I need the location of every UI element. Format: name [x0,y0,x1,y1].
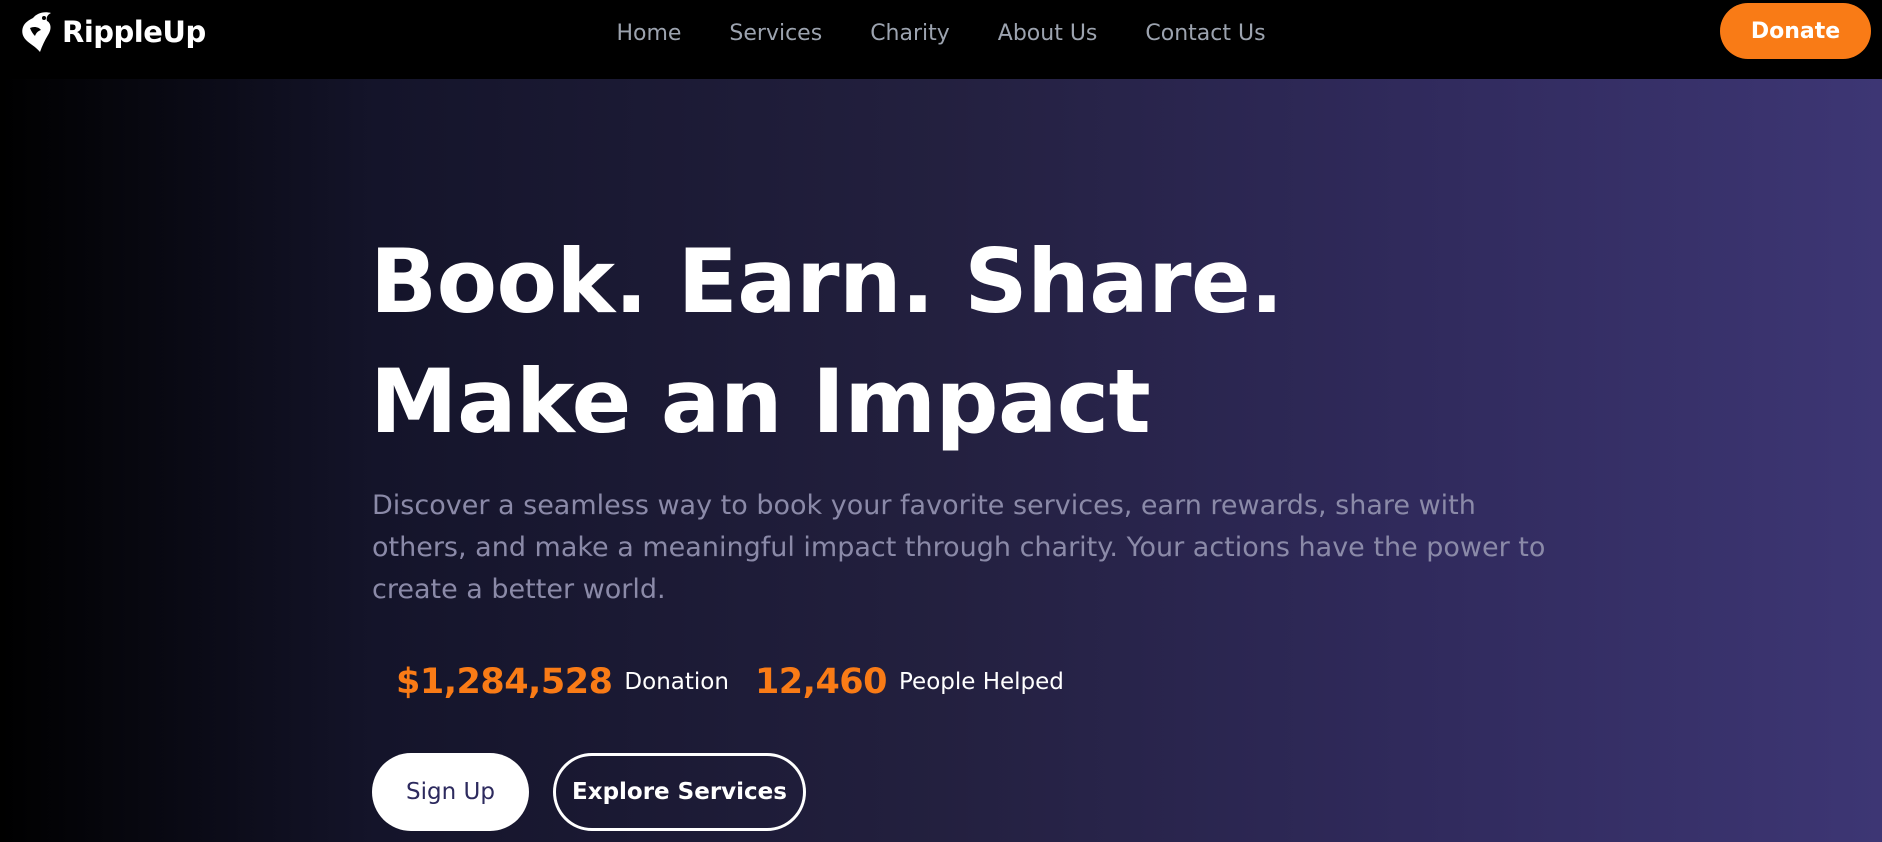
main-nav: Home Services Charity About Us Contact U… [0,0,1882,66]
top-navbar: RippleUp Home Services Charity About Us … [0,0,1882,79]
stat-people-helped: 12,460 People Helped [755,662,1064,702]
stat-donation: $1,284,528 Donation [396,662,729,702]
stat-people-helped-label: People Helped [899,669,1064,695]
donate-button[interactable]: Donate [1720,3,1871,59]
hero-section: Book. Earn. Share. Make an Impact Discov… [0,79,1882,842]
brand-name: RippleUp [62,15,206,49]
explore-services-button[interactable]: Explore Services [553,753,806,831]
nav-link-services[interactable]: Services [729,21,822,46]
stat-people-helped-value: 12,460 [754,662,888,702]
brand-logo[interactable]: RippleUp [20,9,206,55]
stat-donation-value: $1,284,528 [396,662,613,702]
ripple-drop-icon [22,12,51,52]
sign-up-button[interactable]: Sign Up [372,753,529,831]
hero-title: Book. Earn. Share. Make an Impact [370,222,1284,462]
nav-link-contact-us[interactable]: Contact Us [1145,21,1265,46]
nav-link-about-us[interactable]: About Us [998,21,1098,46]
nav-link-charity[interactable]: Charity [870,21,950,46]
hero-description: Discover a seamless way to book your fav… [372,490,1546,605]
stat-donation-label: Donation [624,669,729,695]
impact-stats: $1,284,528 Donation 12,460 People Helped [396,657,1064,707]
hero-title-line-1: Book. Earn. Share. [370,230,1284,333]
hero-title-line-2: Make an Impact [370,350,1151,453]
nav-link-home[interactable]: Home [616,21,681,46]
